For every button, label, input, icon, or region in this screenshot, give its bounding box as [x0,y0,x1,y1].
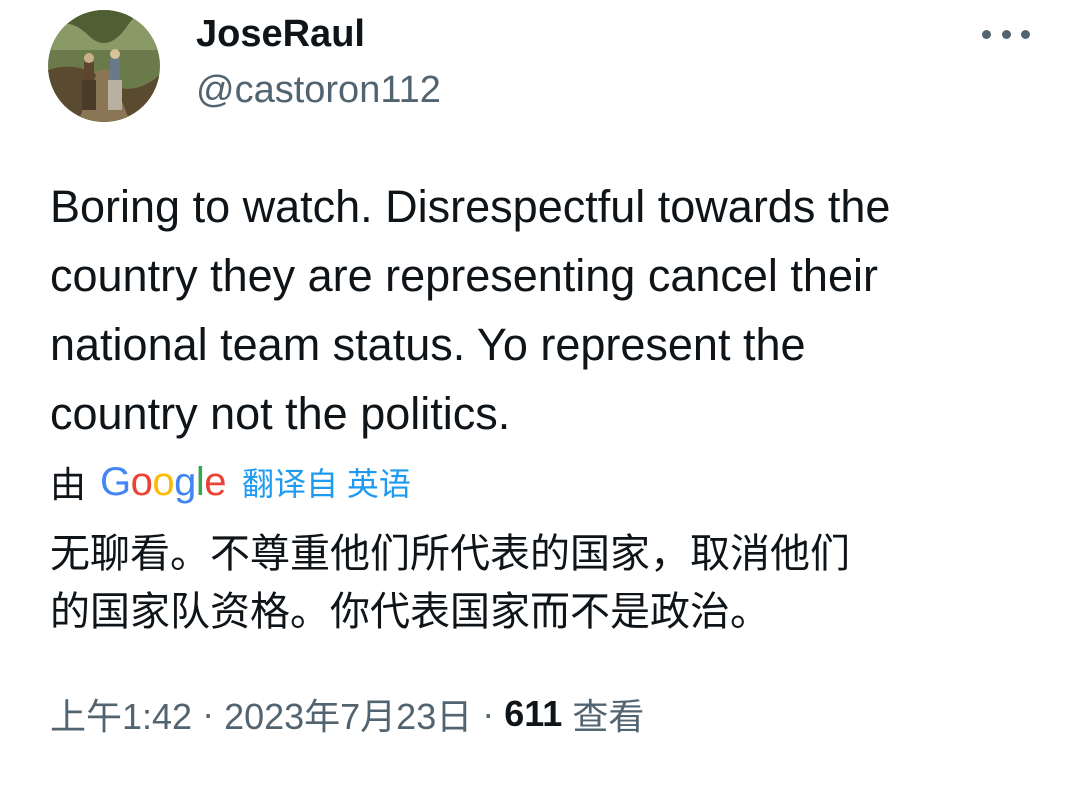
google-logo: Google [100,459,227,504]
avatar[interactable] [48,10,160,122]
tweet-metadata: 上午1:42 · 2023年7月23日 · 611 查看 [50,688,644,740]
translated-from-link[interactable]: 翻译自 英语 [242,459,411,505]
translated-tweet-text: 无聊看。不尊重他们所代表的国家，取消他们 的国家队资格。你代表国家而不是政治。 [50,532,850,634]
tweet-text: Boring to watch. Disrespectful towards t… [50,181,891,439]
tweet-time[interactable]: 上午1:42 [50,688,192,740]
display-name[interactable]: JoseRaul [196,10,365,58]
meta-separator: · [202,693,215,734]
meta-separator: · [482,693,495,734]
more-horizontal-icon[interactable] [982,20,1030,48]
tweet-card: JoseRaul @castoron112 Boring to watch. D… [0,0,1080,788]
translation-attribution: 由 Google 翻译自 英语 [50,452,411,512]
views-label: 查看 [572,696,645,737]
avatar-photo-icon [48,10,160,122]
translated-by-label: 由 [50,464,87,505]
tweet-date[interactable]: 2023年7月23日 [224,688,472,740]
user-handle[interactable]: @castoron112 [196,66,441,114]
view-count: 611 [504,693,563,734]
